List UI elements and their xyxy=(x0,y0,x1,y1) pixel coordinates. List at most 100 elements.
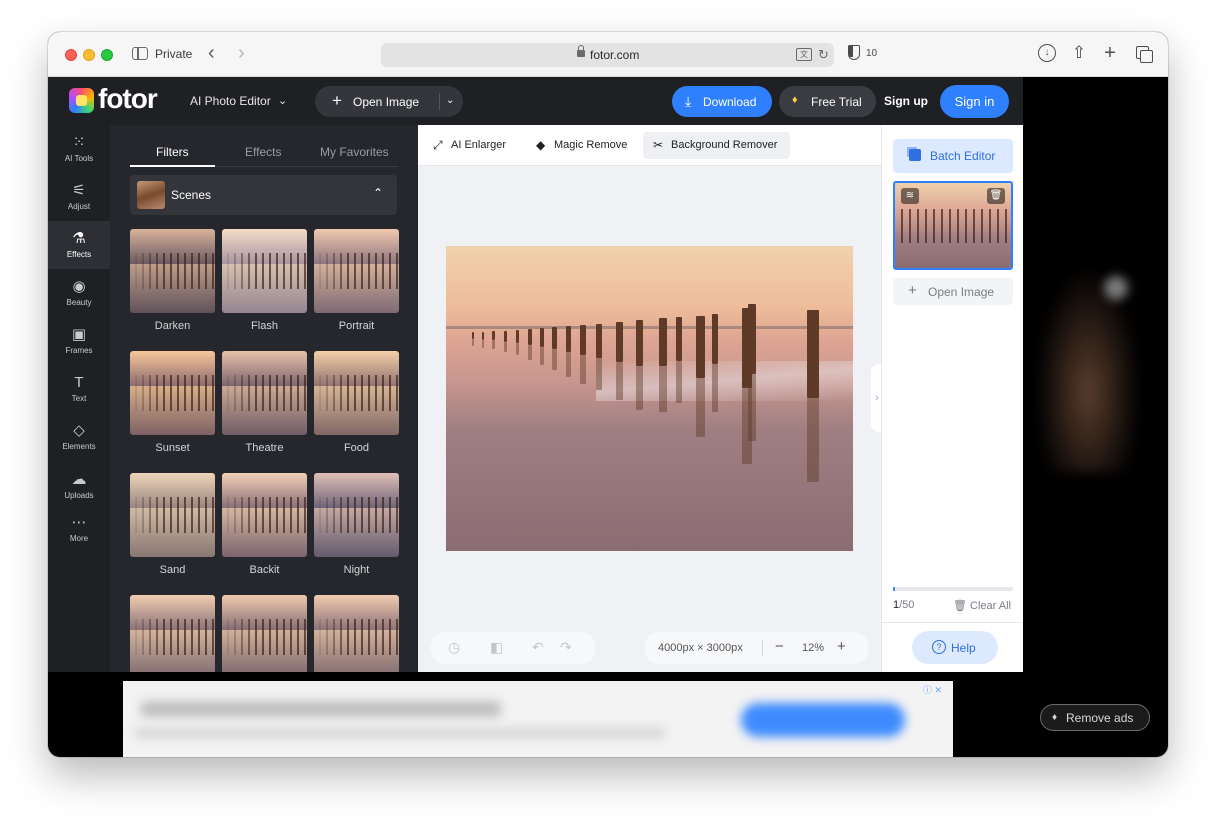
filter-tile[interactable]: Theatre xyxy=(222,351,307,454)
compare-icon[interactable]: ◧ xyxy=(490,639,503,656)
translate-icon[interactable]: 文 xyxy=(796,48,812,61)
sign-up-link[interactable]: Sign up xyxy=(884,94,928,108)
history-icon[interactable]: ◷ xyxy=(448,639,460,656)
share-icon[interactable]: ⇧ xyxy=(1070,44,1088,62)
rail-item-ai-tools[interactable]: ⁙ AI Tools xyxy=(48,125,110,173)
remove-ads-button[interactable]: ♦ Remove ads xyxy=(1040,704,1150,731)
minimize-window-button[interactable] xyxy=(83,49,95,61)
pier-post xyxy=(504,331,507,342)
filter-thumbnail xyxy=(130,473,215,557)
rail-item-label: Text xyxy=(71,394,87,403)
filter-tile[interactable]: Darken xyxy=(130,229,215,332)
address-bar[interactable]: fotor.com 文 ↻ xyxy=(381,43,834,67)
filters-panel: Filters Effects My Favorites Scenes ⌃ Da… xyxy=(110,125,480,672)
selected-image-thumbnail[interactable]: ≋ 🗑 xyxy=(893,181,1013,270)
filter-tile[interactable]: Sand xyxy=(130,473,215,576)
filter-thumbnail xyxy=(314,595,399,672)
pier-reflection xyxy=(596,358,602,390)
download-button[interactable]: ⤓ Download xyxy=(672,86,772,117)
pier-reflection xyxy=(482,340,484,348)
magic-remove-button[interactable]: ◆ Magic Remove xyxy=(526,132,636,159)
filter-tile[interactable] xyxy=(314,595,399,672)
tab-my-favorites[interactable]: My Favorites xyxy=(320,145,389,159)
ai-tool-strip: ⤢ AI Enlarger ◆ Magic Remove ✂ Backgroun… xyxy=(418,125,881,166)
filter-name: Food xyxy=(343,442,370,454)
zoom-in-button[interactable]: + xyxy=(837,638,846,655)
filter-tile[interactable]: Food xyxy=(314,351,399,454)
batch-editor-button[interactable]: Batch Editor xyxy=(893,139,1013,173)
pier-reflection xyxy=(566,352,571,377)
filter-thumbnail xyxy=(314,229,399,313)
filter-tile[interactable] xyxy=(130,595,215,672)
pier-post xyxy=(616,322,623,362)
ad-close-icon[interactable]: ⓘ ✕ xyxy=(923,683,951,695)
clear-all-button[interactable]: 🗑 Clear All xyxy=(953,599,1011,612)
back-icon[interactable]: ‹ xyxy=(208,42,215,64)
active-tab-indicator xyxy=(130,165,215,167)
privacy-shield-icon[interactable] xyxy=(848,45,860,60)
close-window-button[interactable] xyxy=(65,49,77,61)
zoom-out-button[interactable]: − xyxy=(775,638,784,655)
sidebar-toggle-icon[interactable] xyxy=(132,47,148,60)
browser-window: Private ‹ › fotor.com 文 ↻ 10 ↓ ⇧ + fotor… xyxy=(48,32,1168,757)
trash-icon[interactable]: 🗑 xyxy=(987,188,1005,204)
rail-item-frames[interactable]: ▣ Frames xyxy=(48,317,110,365)
zoom-level[interactable]: 12% xyxy=(802,642,824,654)
help-button[interactable]: ? Help xyxy=(912,631,998,664)
filter-thumbnail xyxy=(222,473,307,557)
ad-cta-blur[interactable] xyxy=(741,703,905,737)
background-remover-button[interactable]: ✂ Background Remover xyxy=(643,132,790,159)
layers-icon[interactable]: ≋ xyxy=(901,188,919,204)
rail-item-beauty[interactable]: ◉ Beauty xyxy=(48,269,110,317)
chevron-down-icon[interactable]: ⌄ xyxy=(278,94,287,107)
sliders-icon: ⚟ xyxy=(72,182,86,199)
tab-effects[interactable]: Effects xyxy=(245,145,281,159)
new-tab-icon[interactable]: + xyxy=(1101,43,1119,63)
product-select[interactable]: AI Photo Editor xyxy=(190,94,271,108)
free-trial-button[interactable]: ♦ Free Trial xyxy=(779,86,876,117)
eye-icon: ◉ xyxy=(72,278,86,295)
thumbnail-posts xyxy=(130,374,215,412)
filter-tile[interactable]: Night xyxy=(314,473,399,576)
rail-item-more[interactable]: ⋯ More xyxy=(48,505,110,553)
ai-enlarger-button[interactable]: ⤢ AI Enlarger xyxy=(423,132,517,159)
rail-item-effects[interactable]: ⚗ Effects xyxy=(48,221,110,269)
diamond-icon: ♦ xyxy=(1052,712,1058,723)
filter-tile[interactable] xyxy=(222,595,307,672)
chevron-up-icon[interactable]: ⌃ xyxy=(373,186,383,200)
scenes-section-header[interactable]: Scenes ⌃ xyxy=(130,175,397,215)
rail-item-adjust[interactable]: ⚟ Adjust xyxy=(48,173,110,221)
filter-name: Flash xyxy=(251,320,278,332)
tab-overview-icon[interactable] xyxy=(1134,44,1153,63)
downloads-icon[interactable]: ↓ xyxy=(1038,44,1056,62)
add-image-button[interactable]: + Open Image xyxy=(893,278,1013,305)
rail-item-uploads[interactable]: ☁ Uploads xyxy=(48,462,110,510)
filter-thumbnail xyxy=(222,595,307,672)
filter-tile[interactable]: Flash xyxy=(222,229,307,332)
fotor-logo-icon[interactable] xyxy=(69,88,94,113)
filter-tile[interactable]: Sunset xyxy=(130,351,215,454)
chevron-down-icon[interactable]: ⌄ xyxy=(446,95,454,106)
rail-item-text[interactable]: T Text xyxy=(48,365,110,413)
tab-filters[interactable]: Filters xyxy=(156,145,189,159)
blurred-side-dot xyxy=(1104,276,1128,300)
ad-banner[interactable] xyxy=(123,681,953,757)
pier-reflection xyxy=(676,361,682,403)
fotor-logo-text[interactable]: fotor xyxy=(98,83,158,115)
filter-thumbnail xyxy=(130,229,215,313)
filter-thumbnail xyxy=(222,351,307,435)
pier-post xyxy=(540,328,544,347)
filter-tile[interactable]: Backit xyxy=(222,473,307,576)
reload-icon[interactable]: ↻ xyxy=(818,47,829,63)
history-toolbar: ◷ ◧ ↶ ↷ xyxy=(430,632,596,664)
canvas-photo[interactable] xyxy=(446,246,853,551)
zoom-window-button[interactable] xyxy=(101,49,113,61)
forward-icon[interactable]: › xyxy=(238,42,245,64)
redo-icon[interactable]: ↷ xyxy=(560,639,572,656)
sign-in-button[interactable]: Sign in xyxy=(940,85,1009,118)
undo-icon[interactable]: ↶ xyxy=(532,639,544,656)
filter-tile[interactable]: Portrait xyxy=(314,229,399,332)
trash-icon: 🗑 xyxy=(953,600,967,612)
rail-item-elements[interactable]: ◇ Elements xyxy=(48,413,110,461)
open-image-button[interactable]: + Open Image ⌄ xyxy=(315,86,463,117)
